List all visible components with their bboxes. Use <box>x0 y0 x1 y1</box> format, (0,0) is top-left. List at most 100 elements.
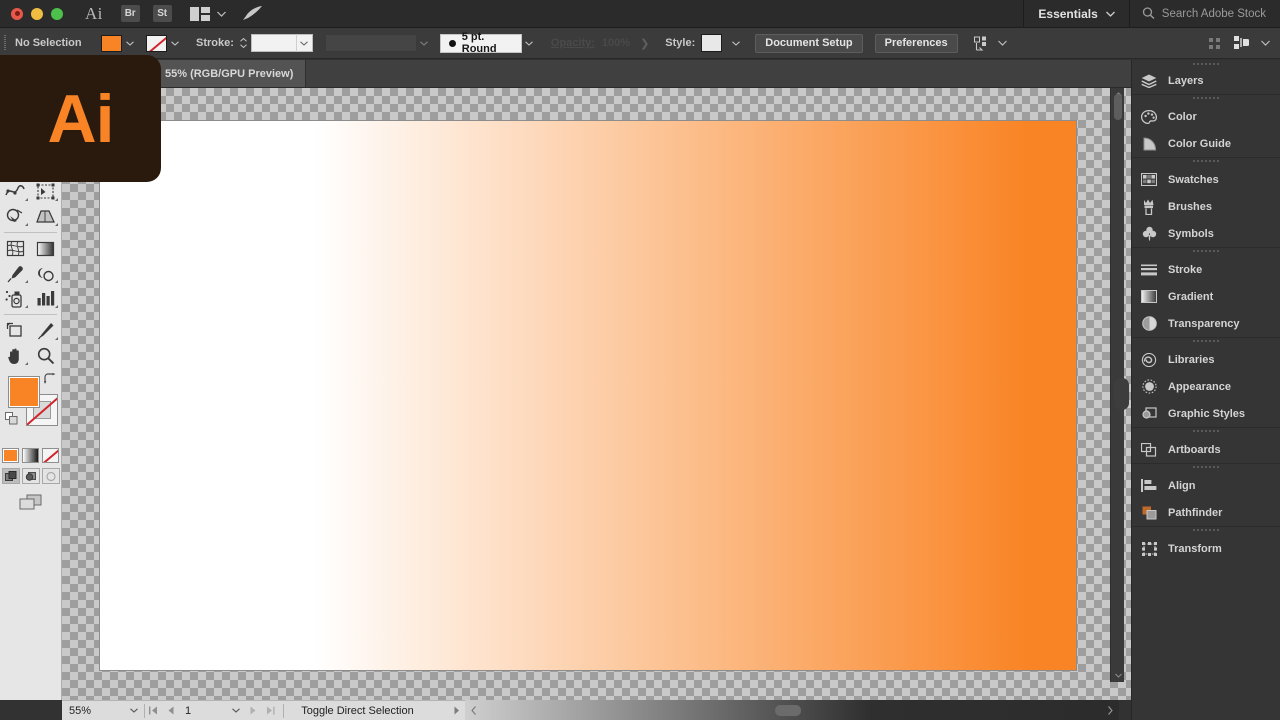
fill-swatch[interactable] <box>101 34 122 52</box>
dock-collapse-handle[interactable] <box>1114 378 1129 410</box>
width-profile-dropdown-button[interactable] <box>417 34 432 52</box>
perspective-grid-tool[interactable] <box>31 204 62 229</box>
stock-search-input[interactable]: Search Adobe Stock <box>1128 0 1280 27</box>
dock-item-layers[interactable]: Layers <box>1132 67 1280 94</box>
fill-dropdown-button[interactable] <box>122 34 137 52</box>
draw-mode-group[interactable] <box>0 468 61 484</box>
preferences-button[interactable]: Preferences <box>874 33 958 53</box>
zoom-tool[interactable] <box>31 343 62 368</box>
arrange-documents-button[interactable] <box>189 6 226 21</box>
color-guide-icon <box>1140 135 1158 153</box>
draw-behind-button[interactable] <box>21 468 40 484</box>
zoom-level-dropdown-button[interactable] <box>124 708 144 713</box>
dock-item-symbols[interactable]: Symbols <box>1132 220 1280 247</box>
canvas-area[interactable] <box>62 88 1131 700</box>
gradient-artwork[interactable] <box>100 121 1076 670</box>
style-dropdown-button[interactable] <box>728 34 743 52</box>
document-setup-button[interactable]: Document Setup <box>755 33 863 53</box>
none-mode-button[interactable] <box>42 448 59 463</box>
dock-item-artboards[interactable]: Artboards <box>1132 436 1280 463</box>
scroll-down-button[interactable] <box>1111 669 1125 682</box>
dock-item-appearance[interactable]: Appearance <box>1132 373 1280 400</box>
canvas-horizontal-scrollbar[interactable] <box>465 700 1119 720</box>
horizontal-scroll-thumb[interactable] <box>775 705 801 716</box>
stroke-swatch[interactable] <box>146 34 167 52</box>
toolbar-fill-swatch[interactable] <box>8 376 40 408</box>
zoom-level-input[interactable]: 55% <box>62 705 124 717</box>
dock-item-libraries[interactable]: Libraries <box>1132 346 1280 373</box>
workspace-switcher[interactable]: Essentials <box>1023 0 1128 27</box>
artboard-tool[interactable] <box>0 318 31 343</box>
scroll-right-button[interactable] <box>1107 705 1119 715</box>
first-page-icon[interactable] <box>149 706 158 715</box>
discover-button[interactable] <box>242 6 263 21</box>
gradient-tool[interactable] <box>31 236 62 261</box>
dock-item-brushes[interactable]: Brushes <box>1132 193 1280 220</box>
dock-item-align[interactable]: Align <box>1132 472 1280 499</box>
dock-item-swatches[interactable]: Swatches <box>1132 166 1280 193</box>
brush-definition-dropdown-button[interactable] <box>522 34 537 52</box>
dock-item-transform[interactable]: Transform <box>1132 535 1280 562</box>
column-graph-tool[interactable] <box>31 286 62 311</box>
arrange-icon[interactable] <box>1234 36 1249 50</box>
hand-tool[interactable] <box>0 343 31 368</box>
dock-item-gradient[interactable]: Gradient <box>1132 283 1280 310</box>
width-profile-control[interactable] <box>324 34 432 52</box>
change-screen-mode-button[interactable] <box>0 494 61 511</box>
fill-color-control[interactable] <box>101 34 137 52</box>
symbol-sprayer-tool[interactable] <box>0 286 31 311</box>
stroke-color-control[interactable] <box>146 34 182 52</box>
mesh-tool[interactable] <box>0 236 31 261</box>
scroll-left-button[interactable] <box>465 705 477 715</box>
vertical-scroll-thumb[interactable] <box>1114 94 1122 120</box>
swap-fill-stroke-button[interactable] <box>44 373 57 385</box>
maximize-window-button[interactable] <box>51 7 63 20</box>
fill-mode-group[interactable] <box>0 448 61 463</box>
drag-handle-icon[interactable] <box>1209 37 1222 50</box>
artboard[interactable] <box>100 121 1076 670</box>
artboard-number-input[interactable]: 1 <box>182 705 226 717</box>
dock-item-color-guide[interactable]: Color Guide <box>1132 130 1280 157</box>
control-bar-drag-handle[interactable] <box>0 28 9 58</box>
dock-item-stroke[interactable]: Stroke <box>1132 256 1280 283</box>
bridge-button[interactable]: Br <box>120 5 140 22</box>
width-profile-input[interactable] <box>324 34 417 52</box>
graphic-style-control[interactable]: Style: <box>665 34 743 52</box>
stock-button[interactable]: St <box>152 5 172 22</box>
document-tab[interactable]: 55% (RGB/GPU Preview) <box>155 60 307 87</box>
width-tool[interactable] <box>0 179 31 204</box>
blend-tool[interactable] <box>31 261 62 286</box>
window-controls[interactable] <box>0 7 63 20</box>
minimize-window-button[interactable] <box>31 7 43 20</box>
stroke-dropdown-button[interactable] <box>167 34 182 52</box>
artboard-number-dropdown-button[interactable] <box>226 708 246 713</box>
chevron-down-icon[interactable] <box>1261 40 1270 46</box>
free-transform-tool[interactable] <box>31 179 62 204</box>
last-page-icon[interactable] <box>266 706 275 715</box>
brush-definition-control[interactable]: 5 pt. Round <box>439 31 537 55</box>
dock-drag-handle[interactable] <box>1132 60 1280 67</box>
color-mode-button[interactable] <box>2 448 19 463</box>
draw-normal-button[interactable] <box>1 468 20 484</box>
dock-item-pathfinder[interactable]: Pathfinder <box>1132 499 1280 526</box>
close-window-button[interactable] <box>11 7 23 20</box>
chevron-down-icon <box>130 708 138 713</box>
style-swatch[interactable] <box>701 34 723 52</box>
dock-item-transparency[interactable]: Transparency <box>1132 310 1280 337</box>
slice-tool[interactable] <box>31 318 62 343</box>
shape-builder-tool[interactable] <box>0 204 31 229</box>
draw-inside-button[interactable] <box>41 468 60 484</box>
dock-item-color[interactable]: Color <box>1132 103 1280 130</box>
prev-page-icon[interactable] <box>167 706 174 715</box>
stroke-weight-stepper[interactable] <box>239 34 248 52</box>
next-page-icon[interactable] <box>250 706 257 715</box>
stroke-weight-input[interactable] <box>250 34 313 52</box>
status-menu-button[interactable] <box>449 706 465 715</box>
brush-definition-input[interactable]: 5 pt. Round <box>439 31 522 55</box>
stroke-weight-dropdown-button[interactable] <box>295 34 312 52</box>
default-fill-stroke-button[interactable] <box>5 412 18 425</box>
eyedropper-tool[interactable] <box>0 261 31 286</box>
dock-item-graphic-styles[interactable]: Graphic Styles <box>1132 400 1280 427</box>
align-to-control[interactable] <box>973 36 1007 51</box>
gradient-mode-button[interactable] <box>22 448 39 463</box>
